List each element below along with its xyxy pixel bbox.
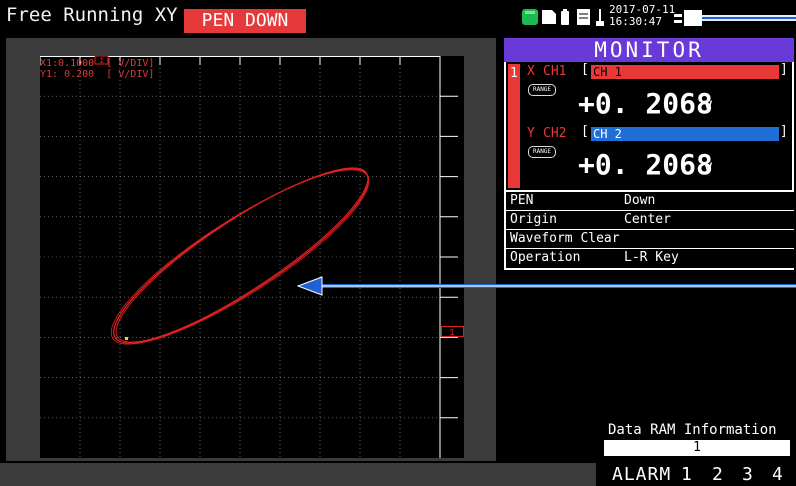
data-ram-title: Data RAM Information [608, 422, 777, 438]
alarm-channel-3: 3 [742, 464, 753, 485]
datetime: 2017-07-11 16:30:47 [609, 4, 675, 28]
y-channel-label: CH2 [543, 126, 567, 141]
annotation-arrow [296, 276, 796, 296]
time-text: 16:30:47 [609, 15, 662, 28]
mode-title: Free Running XY [6, 4, 178, 26]
battery-icon [561, 9, 569, 25]
alarm-channel-4: 4 [772, 464, 783, 485]
bottom-status-strip [0, 463, 596, 486]
channel-index: 1 [510, 66, 518, 81]
x-unit: V [704, 99, 713, 115]
y-scale-label: Y1: 0.200 [ V/DIV] [40, 69, 155, 80]
x-channel-name[interactable]: CH 1 [591, 65, 779, 79]
x-channel-label: CH1 [543, 64, 567, 79]
status-icons [522, 9, 604, 26]
x-value: +0. 2068 [578, 87, 713, 120]
sd-card-icon [522, 9, 538, 25]
y-unit: V [704, 161, 713, 177]
memory-icon [542, 10, 556, 24]
setting-key: PEN [510, 193, 534, 208]
alarm-channel-2: 2 [712, 464, 723, 485]
power-plug-icon [674, 10, 796, 26]
pen-position-marker [125, 337, 128, 340]
setting-value: Down [624, 193, 656, 208]
setting-key: Waveform Clear [510, 231, 620, 246]
right-channel-marker: 1 [441, 326, 464, 338]
data-ram-value: 1 [604, 440, 790, 456]
usb-icon [596, 9, 604, 26]
alarm-channel-1: 1 [681, 464, 692, 485]
monitor-title: MONITOR [504, 38, 794, 62]
setting-row-waveform-clear[interactable]: Waveform Clear [506, 229, 794, 248]
setting-row-origin[interactable]: Origin Center [506, 210, 794, 229]
setting-row-operation[interactable]: Operation L-R Key [506, 248, 794, 268]
setting-value: L-R Key [624, 250, 679, 265]
setting-key: Operation [510, 250, 581, 265]
right-marker-text: 1 [449, 328, 454, 338]
x-axis-label: X [527, 64, 535, 79]
xy-plot-area[interactable]: 1 [40, 56, 464, 458]
setting-value: Center [624, 212, 671, 227]
disk-icon [577, 9, 590, 25]
y-range-icon: RANGE [528, 146, 556, 158]
channel-strip [508, 64, 520, 188]
y-axis-label: Y [527, 126, 535, 141]
x-range-icon: RANGE [528, 84, 556, 96]
setting-row-pen[interactable]: PEN Down [506, 191, 794, 210]
setting-key: Origin [510, 212, 557, 227]
y-channel-name[interactable]: CH 2 [591, 127, 779, 141]
pen-status-badge[interactable]: PEN DOWN [184, 9, 306, 33]
settings-table: PEN Down Origin Center Waveform Clear Op… [506, 191, 794, 268]
y-value: +0. 2068 [578, 148, 713, 181]
x-scale-label: X1:0.1000 [ V/DIV] [40, 58, 155, 69]
alarm-label: ALARM [612, 464, 672, 485]
